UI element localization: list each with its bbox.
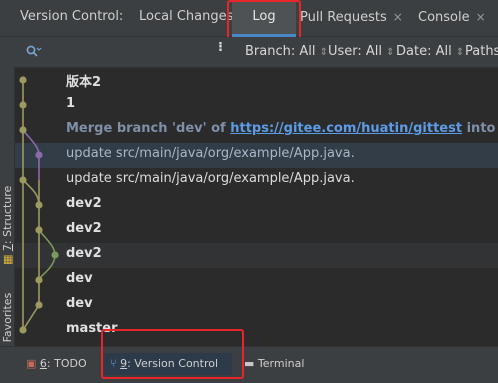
commit-row[interactable]: 1 <box>15 93 498 118</box>
chevron-updown-icon: ⇕ <box>455 47 465 58</box>
close-icon[interactable]: × <box>393 10 403 24</box>
structure-tool-button[interactable]: ▦ 7: Structure <box>1 186 14 265</box>
log-filter-bar: ⁝ Branch: All ⇕ User: All ⇕ Date: All ⇕ … <box>14 37 498 68</box>
commit-row[interactable]: master <box>15 318 498 343</box>
paths-filter[interactable]: Paths <box>465 44 498 59</box>
chevron-updown-icon: ⇕ <box>386 47 395 58</box>
user-filter[interactable]: User: All ⇕ <box>328 44 395 59</box>
todo-tool-button[interactable]: ▣ 6: TODO <box>26 353 87 375</box>
commit-row[interactable]: dev2 <box>15 193 498 218</box>
highlight-box-log <box>227 0 301 40</box>
commit-node <box>35 226 43 234</box>
commit-link[interactable]: https://gitee.com/huatin/gittest <box>230 121 462 136</box>
commit-row[interactable]: dev <box>15 293 498 318</box>
commit-node <box>19 126 27 134</box>
terminal-tool-button[interactable]: ▬ Terminal <box>244 353 304 375</box>
commit-node <box>35 151 43 159</box>
left-tool-strip: ▦ 7: Structure ★ 2: Favorites <box>0 37 15 370</box>
commit-node <box>35 276 43 284</box>
commit-row[interactable]: dev2 <box>15 243 498 268</box>
commit-row[interactable]: update src/main/java/org/example/App.jav… <box>15 143 498 168</box>
commit-row[interactable]: dev2 <box>15 218 498 243</box>
tab-console[interactable]: Console × <box>418 0 486 36</box>
commit-row[interactable]: update src/main/java/org/example/App.jav… <box>15 168 498 193</box>
commit-node <box>19 76 27 84</box>
highlight-box-version-control <box>101 329 244 379</box>
commit-node <box>19 326 27 334</box>
commit-row[interactable]: 版本2 <box>15 68 498 93</box>
commit-node <box>35 301 43 309</box>
commit-node <box>35 201 43 209</box>
commit-node <box>19 176 27 184</box>
bottom-tool-bar: ▣ 6: TODO ⑂ 9: Version Control ▬ Termina… <box>0 346 498 383</box>
commit-row[interactable]: Merge branch 'dev' of https://gitee.com/… <box>15 118 498 143</box>
chevron-updown-icon: ⇕ <box>319 47 329 58</box>
version-control-title: Version Control: <box>20 9 124 24</box>
todo-icon: ▣ <box>26 357 37 370</box>
commit-node <box>51 251 59 259</box>
search-icon[interactable] <box>26 45 42 59</box>
structure-icon: ▦ <box>1 254 14 265</box>
tab-local-changes[interactable]: Local Changes <box>139 0 233 36</box>
close-icon[interactable]: × <box>476 10 486 24</box>
date-filter[interactable]: Date: All ⇕ <box>396 44 464 59</box>
branch-filter[interactable]: Branch: All ⇕ <box>245 44 328 59</box>
commit-graph <box>19 76 59 334</box>
commit-node <box>19 101 27 109</box>
terminal-icon: ▬ <box>244 357 255 370</box>
tab-pull-requests[interactable]: Pull Requests × <box>300 0 403 36</box>
commit-row[interactable]: dev <box>15 268 498 293</box>
commit-log-list: 版本2 1 Merge branch 'dev' of https://gite… <box>15 68 498 346</box>
filter-options-icon[interactable]: ⁝ <box>218 40 223 55</box>
